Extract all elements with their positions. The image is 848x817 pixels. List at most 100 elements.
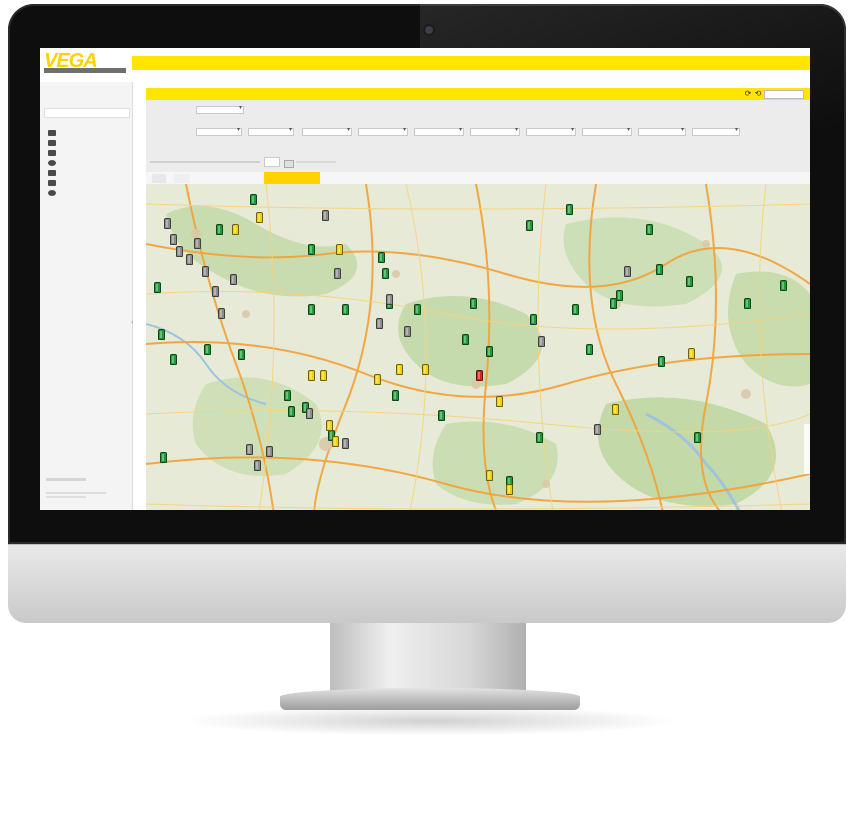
warning-sensor-marker[interactable]	[486, 470, 493, 481]
warning-sensor-marker[interactable]	[496, 396, 503, 407]
settings-icon[interactable]	[48, 160, 56, 166]
ok-sensor-marker[interactable]	[238, 349, 245, 360]
refresh-icon[interactable]: ⟳	[744, 90, 752, 98]
filter-select-8[interactable]	[582, 126, 632, 136]
ok-sensor-marker[interactable]	[154, 282, 161, 293]
calendar-icon[interactable]	[48, 180, 56, 186]
info-icon[interactable]	[48, 190, 56, 196]
ok-sensor-marker[interactable]	[462, 334, 469, 345]
list-icon[interactable]	[48, 170, 56, 176]
inactive-sensor-marker[interactable]	[218, 308, 225, 319]
warning-sensor-marker[interactable]	[332, 436, 339, 447]
ok-sensor-marker[interactable]	[694, 432, 701, 443]
inactive-sensor-marker[interactable]	[254, 460, 261, 471]
ok-sensor-marker[interactable]	[438, 410, 445, 421]
ok-sensor-marker[interactable]	[470, 298, 477, 309]
inactive-sensor-marker[interactable]	[164, 218, 171, 229]
ok-sensor-marker[interactable]	[216, 224, 223, 235]
sidebar-footer-link[interactable]	[46, 478, 86, 481]
inactive-sensor-marker[interactable]	[170, 234, 177, 245]
range-slider-2[interactable]	[296, 161, 336, 163]
warning-sensor-marker[interactable]	[326, 420, 333, 431]
tab-active-indicator[interactable]	[264, 172, 320, 184]
inactive-sensor-marker[interactable]	[306, 408, 313, 419]
filter-select-4[interactable]	[358, 126, 408, 136]
ok-sensor-marker[interactable]	[160, 452, 167, 463]
warning-sensor-marker[interactable]	[612, 404, 619, 415]
ok-sensor-marker[interactable]	[414, 304, 421, 315]
alarm-sensor-marker[interactable]	[476, 370, 483, 381]
range-button[interactable]	[284, 160, 294, 168]
range-slider[interactable]	[150, 161, 260, 163]
filter-select-3[interactable]	[302, 126, 352, 136]
inactive-sensor-marker[interactable]	[342, 438, 349, 449]
ok-sensor-marker[interactable]	[284, 390, 291, 401]
ok-sensor-marker[interactable]	[526, 220, 533, 231]
warning-sensor-marker[interactable]	[374, 374, 381, 385]
range-input[interactable]	[264, 157, 280, 167]
inactive-sensor-marker[interactable]	[322, 210, 329, 221]
warning-sensor-marker[interactable]	[506, 484, 513, 495]
ok-sensor-marker[interactable]	[780, 280, 787, 291]
ok-sensor-marker[interactable]	[656, 264, 663, 275]
ok-sensor-marker[interactable]	[658, 356, 665, 367]
ok-sensor-marker[interactable]	[392, 390, 399, 401]
ok-sensor-marker[interactable]	[342, 304, 349, 315]
filter-select-7[interactable]	[526, 126, 576, 136]
ok-sensor-marker[interactable]	[616, 290, 623, 301]
ok-sensor-marker[interactable]	[744, 298, 751, 309]
ok-sensor-marker[interactable]	[288, 406, 295, 417]
warning-sensor-marker[interactable]	[422, 364, 429, 375]
filter-select-9[interactable]	[638, 126, 686, 136]
warning-sensor-marker[interactable]	[256, 212, 263, 223]
ok-sensor-marker[interactable]	[382, 268, 389, 279]
warning-sensor-marker[interactable]	[336, 244, 343, 255]
filter-select-1[interactable]	[196, 126, 242, 136]
filter-select-2[interactable]	[248, 126, 294, 136]
warning-sensor-marker[interactable]	[396, 364, 403, 375]
ok-sensor-marker[interactable]	[378, 252, 385, 263]
ok-sensor-marker[interactable]	[646, 224, 653, 235]
tab-map[interactable]	[152, 174, 166, 183]
sidebar-search-input[interactable]	[44, 108, 130, 118]
folder-icon[interactable]	[48, 140, 56, 146]
tab-list[interactable]	[174, 174, 190, 183]
ok-sensor-marker[interactable]	[586, 344, 593, 355]
warning-sensor-marker[interactable]	[232, 224, 239, 235]
inactive-sensor-marker[interactable]	[230, 274, 237, 285]
inactive-sensor-marker[interactable]	[246, 444, 253, 455]
warning-sensor-marker[interactable]	[688, 348, 695, 359]
filter-select-10[interactable]	[692, 126, 740, 136]
ok-sensor-marker[interactable]	[536, 432, 543, 443]
inactive-sensor-marker[interactable]	[594, 424, 601, 435]
inactive-sensor-marker[interactable]	[376, 318, 383, 329]
warning-sensor-marker[interactable]	[320, 370, 327, 381]
inactive-sensor-marker[interactable]	[186, 254, 193, 265]
inactive-sensor-marker[interactable]	[266, 446, 273, 457]
ok-sensor-marker[interactable]	[308, 304, 315, 315]
inactive-sensor-marker[interactable]	[212, 286, 219, 297]
inactive-sensor-marker[interactable]	[202, 266, 209, 277]
inactive-sensor-marker[interactable]	[538, 336, 545, 347]
chart-icon[interactable]	[48, 150, 56, 156]
ok-sensor-marker[interactable]	[158, 329, 165, 340]
filter-select-6[interactable]	[470, 126, 520, 136]
ok-sensor-marker[interactable]	[486, 346, 493, 357]
ok-sensor-marker[interactable]	[250, 194, 257, 205]
ok-sensor-marker[interactable]	[686, 276, 693, 287]
inactive-sensor-marker[interactable]	[624, 266, 631, 277]
warning-sensor-marker[interactable]	[308, 370, 315, 381]
ok-sensor-marker[interactable]	[170, 354, 177, 365]
sidebar-toggle-handle[interactable]: ‹	[131, 318, 135, 328]
ok-sensor-marker[interactable]	[530, 314, 537, 325]
ok-sensor-marker[interactable]	[308, 244, 315, 255]
ok-sensor-marker[interactable]	[566, 204, 573, 215]
inactive-sensor-marker[interactable]	[176, 246, 183, 257]
ok-sensor-marker[interactable]	[572, 304, 579, 315]
inactive-sensor-marker[interactable]	[334, 268, 341, 279]
inactive-sensor-marker[interactable]	[386, 294, 393, 305]
filter-select-top[interactable]	[196, 104, 244, 114]
settings-icon[interactable]: ⟲	[754, 90, 762, 98]
inactive-sensor-marker[interactable]	[194, 238, 201, 249]
inactive-sensor-marker[interactable]	[404, 326, 411, 337]
